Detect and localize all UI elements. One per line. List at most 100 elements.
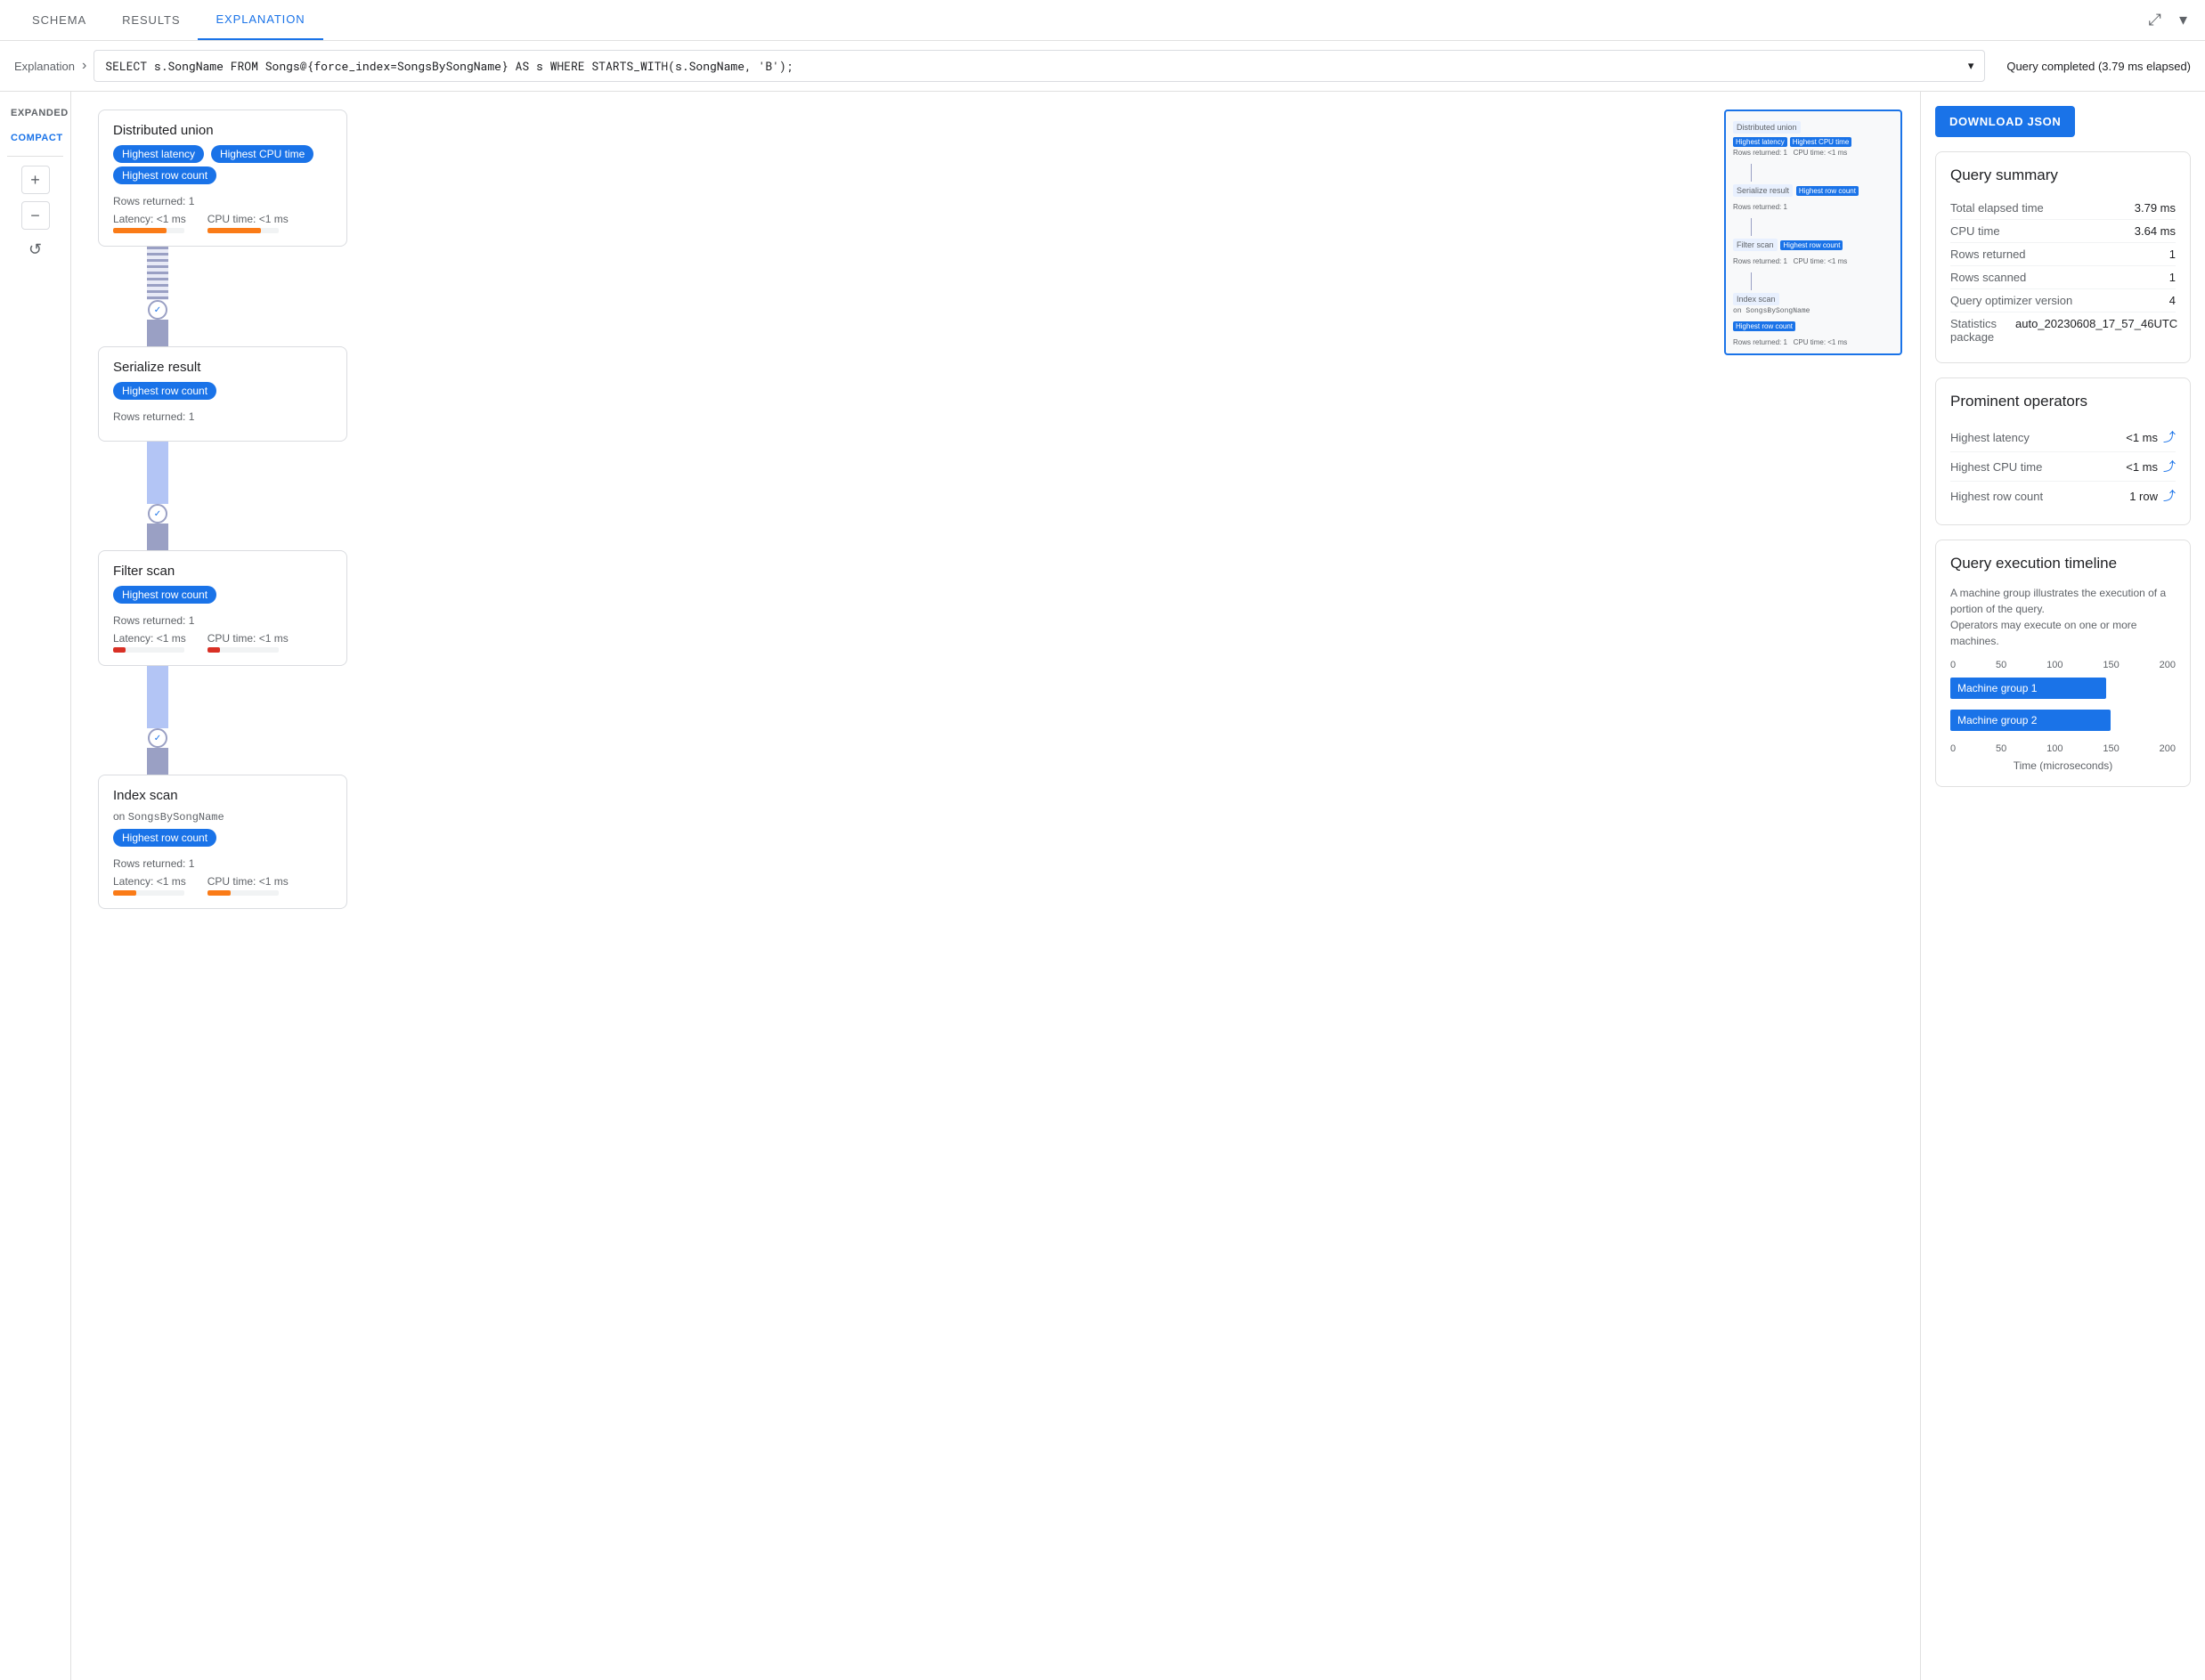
- flow-container: Distributed union Highest latency Highes…: [98, 110, 1893, 909]
- timeline-bar-1[interactable]: Machine group 2: [1950, 710, 2111, 731]
- query-summary-title: Query summary: [1950, 166, 2176, 184]
- connector-solid-2: ✓: [147, 504, 168, 550]
- node-title-distributed-union: Distributed union: [113, 123, 332, 138]
- cpu-bar-wrap-3: [207, 647, 279, 653]
- latency-bar-wrap-4: [113, 890, 184, 896]
- summary-row-1: CPU time 3.64 ms: [1950, 220, 2176, 243]
- op-key-1: Highest CPU time: [1950, 460, 2042, 474]
- timeline-bar-label-1: Machine group 2: [1957, 714, 2037, 726]
- latency-bar-wrap-3: [113, 647, 184, 653]
- view-compact-btn[interactable]: COMPACT: [7, 127, 63, 149]
- latency-bar-1: [113, 228, 167, 233]
- node-stat-rows-4: Rows returned: 1: [113, 857, 332, 870]
- fullscreen-icon[interactable]: ⤢: [2145, 7, 2165, 33]
- download-json-btn[interactable]: DOWNLOAD JSON: [1935, 106, 2075, 137]
- axis-label-4: 200: [2160, 660, 2176, 670]
- badge-highest-cpu-time: Highest CPU time: [211, 145, 313, 163]
- connector-solid-3: ✓: [147, 728, 168, 775]
- summary-row-5: Statistics package auto_20230608_17_57_4…: [1950, 312, 2176, 348]
- chevron-circle-3[interactable]: ✓: [148, 728, 167, 748]
- op-value-2: 1 row: [2129, 490, 2158, 503]
- chevron-circle-2[interactable]: ✓: [148, 504, 167, 523]
- badge-highest-latency: Highest latency: [113, 145, 204, 163]
- node-distributed-union[interactable]: Distributed union Highest latency Highes…: [98, 110, 347, 247]
- connector-blue-1: [147, 442, 168, 504]
- node-filter-scan[interactable]: Filter scan Highest row count Rows retur…: [98, 550, 347, 666]
- query-bar: Explanation › SELECT s.SongName FROM Son…: [0, 41, 2205, 92]
- latency-bar-3: [113, 647, 126, 653]
- op-val-0: <1 ms ⤴: [2126, 428, 2176, 446]
- cpu-label-4: CPU time: <1 ms: [207, 875, 289, 888]
- tab-schema[interactable]: SCHEMA: [14, 1, 104, 39]
- cpu-bar-1: [207, 228, 261, 233]
- badge-highest-row-count-1: Highest row count: [113, 166, 216, 184]
- op-link-icon-1[interactable]: ⤴: [2163, 458, 2176, 475]
- tab-explanation[interactable]: EXPLANATION: [198, 0, 322, 40]
- query-summary-card: Query summary Total elapsed time 3.79 ms…: [1935, 151, 2191, 363]
- cpu-bar-wrap-4: [207, 890, 279, 896]
- node-badges-filter: Highest row count: [113, 586, 332, 607]
- summary-val-2: 1: [2169, 248, 2176, 261]
- op-value-0: <1 ms: [2126, 431, 2158, 444]
- node-index-scan[interactable]: Index scan on SongsBySongName Highest ro…: [98, 775, 347, 909]
- top-tabs: SCHEMA RESULTS EXPLANATION ⤢ ▾: [0, 0, 2205, 41]
- summary-row-2: Rows returned 1: [1950, 243, 2176, 266]
- summary-key-0: Total elapsed time: [1950, 201, 2044, 215]
- op-key-2: Highest row count: [1950, 490, 2043, 503]
- query-dropdown-icon[interactable]: ▾: [1968, 59, 1974, 73]
- timeline-bar-row-0: Machine group 1: [1950, 678, 2176, 699]
- breadcrumb-label: Explanation: [14, 60, 75, 73]
- timeline-bar-label-0: Machine group 1: [1957, 682, 2037, 694]
- node-title-serialize: Serialize result: [113, 360, 332, 375]
- node-metrics-4: Latency: <1 ms CPU time: <1 ms: [113, 875, 332, 896]
- summary-val-3: 1: [2169, 271, 2176, 284]
- latency-label-3: Latency: <1 ms: [113, 632, 186, 645]
- node-badges-distributed-union: Highest latency Highest CPU time Highest…: [113, 145, 332, 188]
- op-link-icon-0[interactable]: ⤴: [2163, 428, 2176, 446]
- latency-label-1: Latency: <1 ms: [113, 213, 186, 225]
- axis-bottom-2: 100: [2046, 743, 2063, 754]
- op-row-1: Highest CPU time <1 ms ⤴: [1950, 452, 2176, 482]
- chevron-down-icon[interactable]: ▾: [2176, 7, 2191, 33]
- timeline-section: Query execution timeline A machine group…: [1935, 540, 2191, 787]
- query-input-wrap[interactable]: SELECT s.SongName FROM Songs@{force_inde…: [94, 50, 1985, 82]
- cpu-bar-wrap-1: [207, 228, 279, 233]
- node-badges-serialize: Highest row count: [113, 382, 332, 403]
- timeline-title: Query execution timeline: [1950, 555, 2176, 572]
- zoom-in-btn[interactable]: +: [21, 166, 50, 194]
- op-row-2: Highest row count 1 row ⤴: [1950, 482, 2176, 510]
- summary-key-3: Rows scanned: [1950, 271, 2026, 284]
- timeline-bars: Machine group 1 Machine group 2: [1950, 674, 2176, 740]
- badge-highest-row-count-4: Highest row count: [113, 829, 216, 847]
- badge-highest-row-count-3: Highest row count: [113, 586, 216, 604]
- summary-val-4: 4: [2169, 294, 2176, 307]
- summary-val-0: 3.79 ms: [2135, 201, 2176, 215]
- view-expanded-btn[interactable]: EXPANDED: [7, 102, 63, 124]
- op-row-0: Highest latency <1 ms ⤴: [1950, 423, 2176, 452]
- node-stat-rows-1: Rows returned: 1: [113, 195, 332, 207]
- cpu-bar-4: [207, 890, 231, 896]
- timeline-desc-text: A machine group illustrates the executio…: [1950, 587, 2166, 647]
- timeline-x-label: Time (microseconds): [1950, 759, 2176, 772]
- op-link-icon-2[interactable]: ⤴: [2163, 487, 2176, 505]
- node-serialize-result[interactable]: Serialize result Highest row count Rows …: [98, 346, 347, 442]
- mini-map: Distributed union Highest latency Highes…: [1724, 110, 1902, 355]
- node-title-filter: Filter scan: [113, 564, 332, 579]
- axis-label-2: 100: [2046, 660, 2063, 670]
- timeline-bar-0[interactable]: Machine group 1: [1950, 678, 2106, 699]
- summary-row-3: Rows scanned 1: [1950, 266, 2176, 289]
- op-val-1: <1 ms ⤴: [2126, 458, 2176, 475]
- chevron-circle-1[interactable]: ✓: [148, 300, 167, 320]
- op-value-1: <1 ms: [2126, 460, 2158, 474]
- timeline-bar-row-1: Machine group 2: [1950, 710, 2176, 731]
- connector-striped-1: [147, 247, 168, 300]
- zoom-out-btn[interactable]: −: [21, 201, 50, 230]
- op-val-2: 1 row ⤴: [2129, 487, 2176, 505]
- axis-bottom-4: 200: [2160, 743, 2176, 754]
- latency-label-4: Latency: <1 ms: [113, 875, 186, 888]
- tab-results[interactable]: RESULTS: [104, 1, 198, 39]
- zoom-reset-btn[interactable]: ↺: [21, 235, 50, 264]
- summary-key-2: Rows returned: [1950, 248, 2026, 261]
- timeline-axis-bottom: 0 50 100 150 200: [1950, 743, 2176, 754]
- summary-row-4: Query optimizer version 4: [1950, 289, 2176, 312]
